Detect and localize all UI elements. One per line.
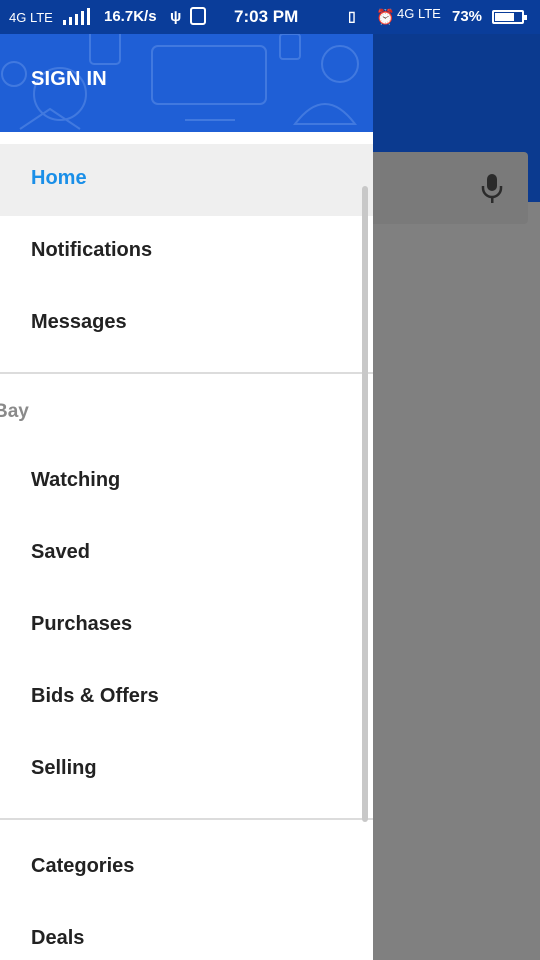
nav-item-deals[interactable]: Deals xyxy=(0,904,373,960)
network-speed: 16.7K/s xyxy=(104,8,157,25)
nav-item-selling[interactable]: Selling xyxy=(0,734,373,806)
status-bar: 4G LTE 16.7K/s ψ 7:03 PM ▯ ⏰ 4G LTE 73% xyxy=(0,0,540,34)
battery-percent: 73% xyxy=(452,8,483,25)
clock: 7:03 PM xyxy=(234,7,299,26)
nav-item-bids-offers[interactable]: Bids & Offers xyxy=(0,662,373,734)
nav-item-messages[interactable]: Messages xyxy=(0,288,373,360)
drawer-header: SIGN IN xyxy=(0,34,373,132)
nav-item-home[interactable]: Home xyxy=(0,144,373,216)
nav-item-label: Watching xyxy=(31,469,121,491)
app-notification-icon xyxy=(190,7,206,25)
section-title: Bay xyxy=(0,401,29,422)
microphone-icon[interactable] xyxy=(480,172,504,204)
nav-item-watching[interactable]: Watching xyxy=(0,446,373,518)
nav-item-label: Deals xyxy=(31,927,85,949)
nav-item-saved[interactable]: Saved xyxy=(0,518,373,590)
drawer-scrollbar[interactable] xyxy=(362,186,368,822)
nav-item-label: Selling xyxy=(31,757,97,779)
navigation-drawer: SIGN IN Home Notifications Messages Bay … xyxy=(0,34,373,960)
nav-item-label: Messages xyxy=(31,311,127,333)
alarm-icon: ⏰ xyxy=(376,9,395,26)
nav-item-label: Saved xyxy=(31,541,90,563)
divider xyxy=(0,818,373,820)
nav-item-notifications[interactable]: Notifications xyxy=(0,216,373,288)
search-bar[interactable] xyxy=(350,152,528,224)
signal-bars-icon xyxy=(63,8,93,25)
nav-item-categories[interactable]: Categories xyxy=(0,832,373,904)
divider xyxy=(0,372,373,374)
battery-icon xyxy=(492,10,527,24)
nav-item-purchases[interactable]: Purchases xyxy=(0,590,373,662)
usb-icon: ψ xyxy=(170,8,182,25)
vibrate-icon: ▯ xyxy=(348,8,356,24)
nav-item-label: Notifications xyxy=(31,239,153,261)
nav-item-label: Purchases xyxy=(31,613,133,635)
nav-item-label: Categories xyxy=(31,855,135,877)
network-indicator-left: 4G LTE xyxy=(9,10,53,25)
network-indicator-right: 4G LTE xyxy=(397,6,441,21)
nav-item-label: Home xyxy=(31,167,87,189)
sign-in-link[interactable]: SIGN IN xyxy=(31,68,107,91)
nav-item-label: Bids & Offers xyxy=(31,685,159,707)
